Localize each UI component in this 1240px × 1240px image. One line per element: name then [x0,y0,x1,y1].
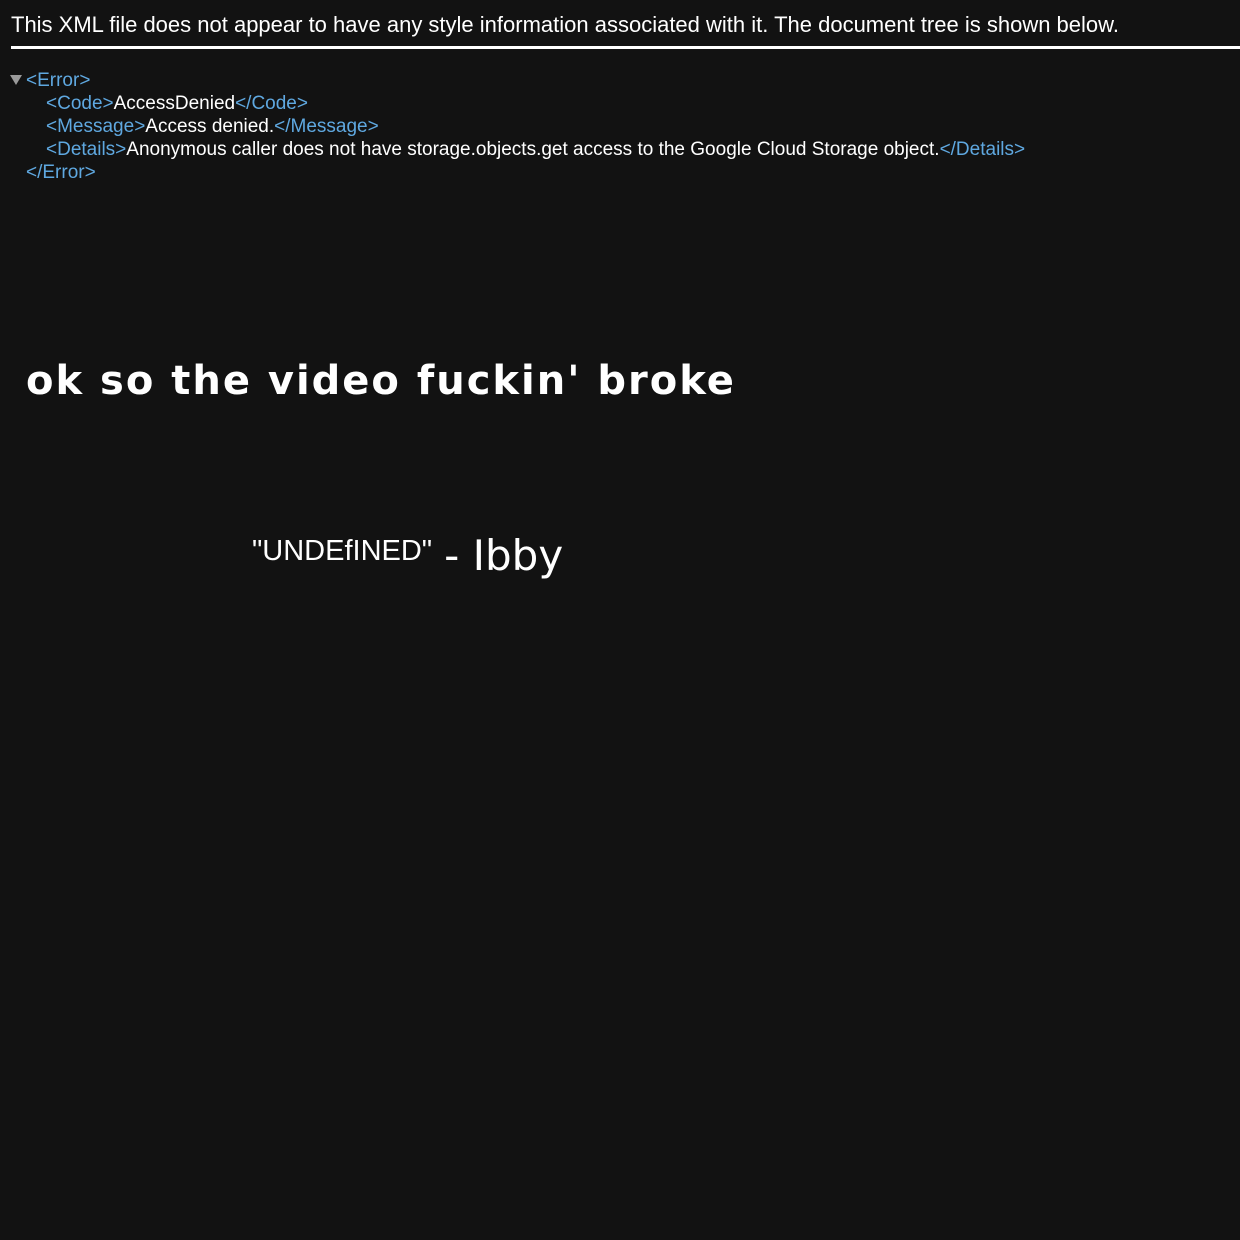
xml-style-notice: This XML file does not appear to have an… [11,11,1240,49]
quote-line: "UNDEfINED" - Ibby [252,531,563,584]
page: This XML file does not appear to have an… [0,0,1240,1240]
xml-error-open-tag: <Error> [26,70,91,91]
xml-message-open-tag: <Message> [46,116,146,137]
xml-code-close-tag: </Code> [235,93,308,114]
quote-attribution: - Ibby [444,531,564,580]
xml-details-value: Anonymous caller does not have storage.o… [126,139,940,160]
xml-error-close-tag: </Error> [26,162,96,183]
xml-code-open-tag: <Code> [46,93,114,114]
xml-message-close-tag: </Message> [274,116,379,137]
xml-document-tree: <Error> <Code>AccessDenied</Code> <Messa… [10,69,1025,184]
xml-root-open-line: <Error> [10,69,1025,92]
xml-message-value: Access denied. [145,116,275,137]
xml-code-line: <Code>AccessDenied</Code> [10,92,1025,115]
xml-message-line: <Message>Access denied.</Message> [10,115,1025,138]
undefined-quote: "UNDEfINED" [252,535,433,567]
xml-root-close-line: </Error> [10,161,1025,184]
xml-details-close-tag: </Details> [939,139,1026,160]
xml-details-line: <Details>Anonymous caller does not have … [10,138,1025,161]
xml-details-open-tag: <Details> [46,139,127,160]
xml-code-value: AccessDenied [113,93,236,114]
collapse-triangle-icon[interactable] [10,75,22,85]
handwritten-caption: ok so the video fuckin' broke [26,358,736,404]
